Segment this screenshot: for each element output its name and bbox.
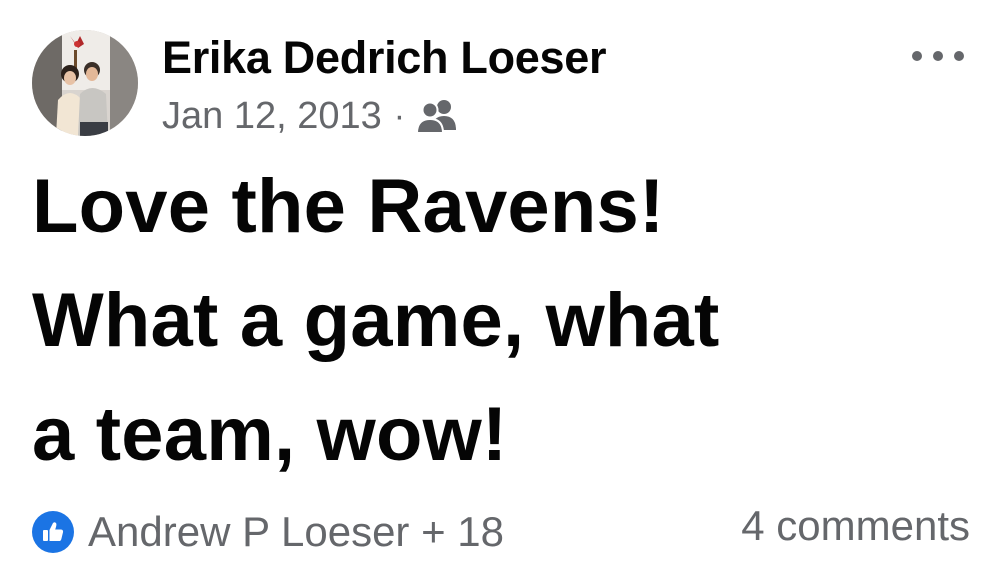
reactors-text: Andrew P Loeser + 18 bbox=[88, 508, 505, 555]
comments-count-link[interactable]: 4 comments bbox=[741, 502, 970, 550]
more-dot bbox=[912, 51, 922, 61]
meta-separator: · bbox=[393, 96, 406, 135]
avatar-photo bbox=[32, 30, 138, 136]
author-name[interactable]: Erika Dedrich Loeser bbox=[162, 32, 607, 84]
post-text-line: What a game, what bbox=[32, 278, 720, 363]
like-icon bbox=[32, 511, 74, 553]
more-dot bbox=[933, 51, 943, 61]
facebook-post: Erika Dedrich Loeser Jan 12, 2013 · Love… bbox=[0, 0, 1000, 575]
post-date[interactable]: Jan 12, 2013 bbox=[162, 95, 382, 138]
more-dot bbox=[954, 51, 964, 61]
reactions-summary[interactable]: Andrew P Loeser + 18 bbox=[32, 508, 504, 556]
post-body: Love the Ravens! What a game, what a tea… bbox=[32, 150, 952, 492]
post-header: Erika Dedrich Loeser Jan 12, 2013 · bbox=[32, 30, 972, 140]
post-meta: Jan 12, 2013 · bbox=[162, 94, 459, 138]
more-options-icon[interactable] bbox=[912, 44, 964, 68]
author-avatar[interactable] bbox=[32, 30, 138, 136]
friends-icon bbox=[415, 96, 459, 136]
post-text-line: a team, wow! bbox=[32, 392, 508, 477]
post-text-line: Love the Ravens! bbox=[32, 164, 665, 249]
post-footer: Andrew P Loeser + 18 4 comments bbox=[32, 500, 972, 560]
